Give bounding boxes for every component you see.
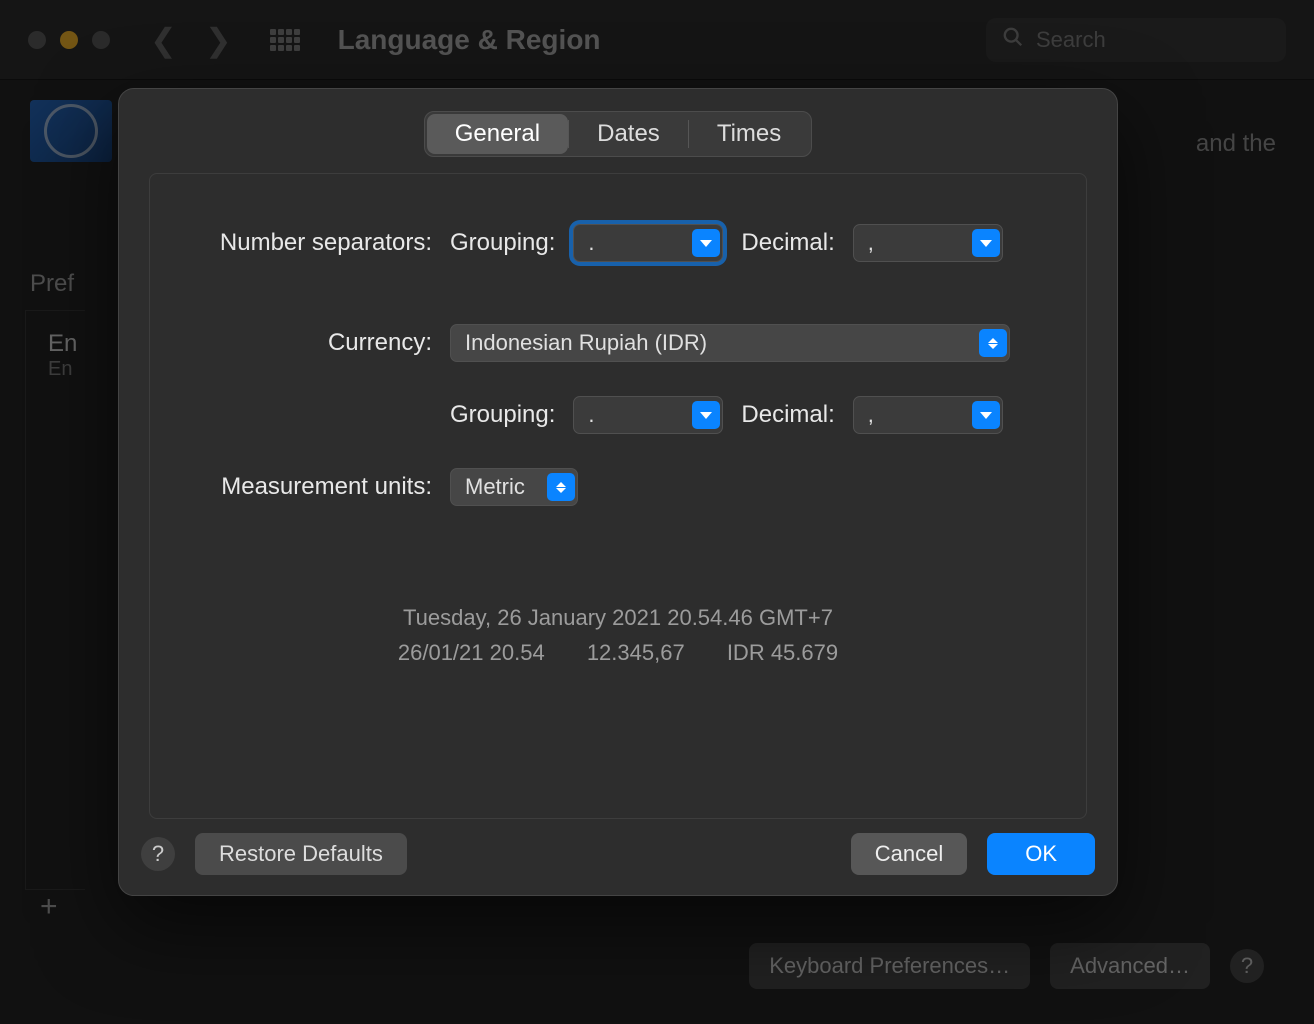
grouping-label: Grouping:	[450, 229, 555, 257]
measurement-label: Measurement units:	[190, 473, 432, 501]
chevron-down-icon	[692, 401, 720, 429]
currency-row: Currency: Indonesian Rupiah (IDR)	[190, 324, 1046, 362]
chevron-updown-icon	[547, 473, 575, 501]
currency-decimal-value: ,	[868, 402, 874, 428]
currency-decimal-label: Decimal:	[741, 401, 834, 429]
tab-dates[interactable]: Dates	[569, 114, 688, 154]
measurement-value: Metric	[465, 474, 525, 500]
currency-select[interactable]: Indonesian Rupiah (IDR)	[450, 324, 1010, 362]
preview-number: 12.345,67	[587, 640, 685, 665]
decimal-label: Decimal:	[741, 229, 834, 257]
chevron-down-icon	[692, 229, 720, 257]
currency-separators-row: Grouping: . Decimal: ,	[190, 396, 1046, 434]
tab-bar: General Dates Times	[424, 111, 813, 157]
ok-button[interactable]: OK	[987, 833, 1095, 875]
tab-times[interactable]: Times	[689, 114, 809, 154]
tab-general[interactable]: General	[427, 114, 568, 154]
preview-short-date: 26/01/21 20.54	[398, 640, 545, 665]
preview-line-1: Tuesday, 26 January 2021 20.54.46 GMT+7	[190, 600, 1046, 635]
currency-grouping-label: Grouping:	[450, 401, 555, 429]
chevron-down-icon	[972, 229, 1000, 257]
number-grouping-value: .	[588, 230, 594, 256]
cancel-button[interactable]: Cancel	[851, 833, 967, 875]
measurement-row: Measurement units: Metric	[190, 468, 1046, 506]
number-decimal-select[interactable]: ,	[853, 224, 1003, 262]
sheet-help-button[interactable]: ?	[141, 837, 175, 871]
currency-value: Indonesian Rupiah (IDR)	[465, 330, 707, 356]
currency-grouping-value: .	[588, 402, 594, 428]
preview-currency: IDR 45.679	[727, 640, 838, 665]
format-preview: Tuesday, 26 January 2021 20.54.46 GMT+7 …	[190, 600, 1046, 670]
currency-grouping-select[interactable]: .	[573, 396, 723, 434]
number-separators-label: Number separators:	[190, 229, 432, 257]
number-decimal-value: ,	[868, 230, 874, 256]
sheet-body: Number separators: Grouping: . Decimal: …	[149, 173, 1087, 819]
advanced-settings-sheet: General Dates Times Number separators: G…	[118, 88, 1118, 896]
restore-defaults-button[interactable]: Restore Defaults	[195, 833, 407, 875]
number-grouping-select[interactable]: .	[573, 224, 723, 262]
sheet-footer: ? Restore Defaults Cancel OK	[119, 819, 1117, 895]
chevron-down-icon	[972, 401, 1000, 429]
currency-label: Currency:	[190, 329, 432, 357]
currency-decimal-select[interactable]: ,	[853, 396, 1003, 434]
chevron-updown-icon	[979, 329, 1007, 357]
number-separators-row: Number separators: Grouping: . Decimal: …	[190, 224, 1046, 262]
preview-line-2: 26/01/21 20.54 12.345,67 IDR 45.679	[190, 635, 1046, 670]
measurement-select[interactable]: Metric	[450, 468, 578, 506]
